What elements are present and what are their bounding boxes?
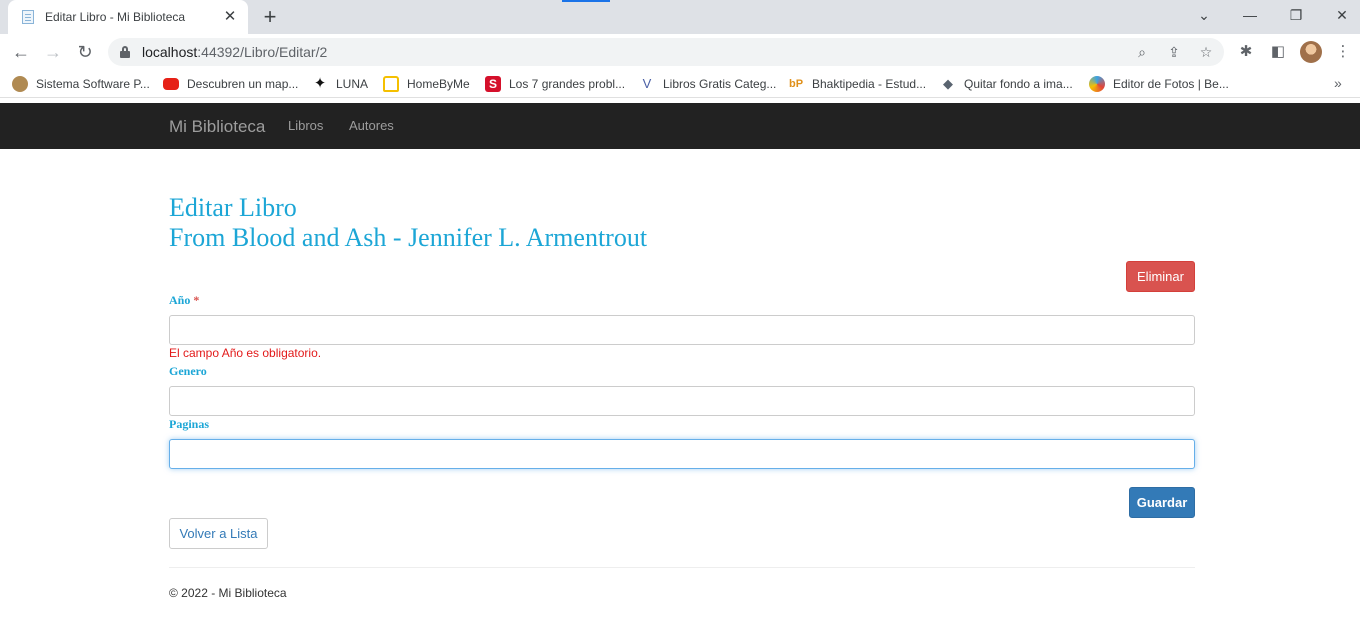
genero-input[interactable]: [169, 386, 1195, 416]
bookmark-item[interactable]: Sistema Software P...: [12, 76, 150, 92]
bookmark-label: Descubren un map...: [187, 77, 299, 91]
bp-icon: bP: [788, 78, 804, 90]
browser-toolbar: ← → ↻ localhost:44392/Libro/Editar/2 ⌕ ⇪…: [0, 34, 1360, 70]
address-bar[interactable]: localhost:44392/Libro/Editar/2 ⌕ ⇪ ☆: [108, 38, 1224, 66]
bookmark-label: Sistema Software P...: [36, 77, 150, 91]
profile-avatar[interactable]: [1300, 41, 1322, 63]
page-favicon-icon: [20, 9, 36, 25]
back-icon[interactable]: ←: [8, 39, 34, 65]
bookmark-label: LUNA: [336, 77, 369, 91]
close-tab-icon[interactable]: ✕: [222, 9, 238, 25]
bookmark-item[interactable]: Editor de Fotos | Be...: [1089, 76, 1229, 92]
bookmark-item[interactable]: bP Bhaktipedia - Estud...: [788, 76, 926, 92]
bookmark-label: HomeByMe: [407, 77, 470, 91]
sparkle-icon: ✦: [313, 75, 327, 92]
paginas-input[interactable]: [169, 439, 1195, 469]
bookmark-item[interactable]: HomeByMe: [383, 76, 470, 92]
bookmark-item[interactable]: ✦ LUNA: [312, 76, 368, 92]
home-icon: [383, 76, 399, 92]
befunky-icon: [1089, 76, 1105, 92]
bookmark-label: Quitar fondo a ima...: [964, 77, 1073, 91]
forward-icon[interactable]: →: [40, 39, 66, 65]
required-marker: *: [193, 293, 200, 307]
snake-bowl-icon: [12, 76, 28, 92]
close-window-icon[interactable]: ✕: [1330, 4, 1354, 26]
delete-button[interactable]: Eliminar: [1126, 261, 1195, 292]
restore-icon[interactable]: ❐: [1284, 4, 1308, 26]
tab-strip: Editar Libro - Mi Biblioteca ✕ + ⌄ — ❐ ✕: [0, 0, 1360, 34]
back-to-list-button[interactable]: Volver a Lista: [169, 518, 268, 549]
brand-link[interactable]: Mi Biblioteca: [169, 117, 265, 137]
bookmark-star-icon[interactable]: ☆: [1196, 42, 1216, 62]
reload-icon[interactable]: ↻: [72, 39, 98, 65]
bookmark-item[interactable]: ◆ Quitar fondo a ima...: [940, 76, 1073, 92]
bookmark-label: Los 7 grandes probl...: [509, 77, 626, 91]
footer-text: © 2022 - Mi Biblioteca: [169, 586, 287, 600]
url-text[interactable]: localhost:44392/Libro/Editar/2: [142, 44, 327, 60]
nav-link-autores[interactable]: Autores: [349, 118, 394, 133]
minimize-icon[interactable]: —: [1238, 4, 1262, 26]
tab-search-icon[interactable]: ⌄: [1192, 4, 1216, 26]
more-bookmarks-icon[interactable]: »: [1334, 75, 1342, 91]
save-button[interactable]: Guardar: [1129, 487, 1195, 518]
genero-label: Genero: [169, 364, 207, 378]
anio-input[interactable]: [169, 315, 1195, 345]
bookmark-item[interactable]: V Libros Gratis Categ...: [639, 76, 777, 92]
bookmark-item[interactable]: S Los 7 grandes probl...: [485, 76, 625, 92]
side-panel-icon[interactable]: ◧: [1268, 42, 1288, 62]
book-subtitle: From Blood and Ash - Jennifer L. Armentr…: [169, 223, 648, 252]
share-icon[interactable]: ⇪: [1164, 42, 1184, 62]
bookmark-label: Libros Gratis Categ...: [663, 77, 777, 91]
footer-divider: [169, 567, 1195, 568]
anio-validation-error: El campo Año es obligatorio.: [169, 346, 322, 360]
lock-icon: [120, 46, 130, 58]
tab-title: Editar Libro - Mi Biblioteca: [45, 10, 186, 24]
youtube-icon: [163, 78, 179, 90]
bookmark-item[interactable]: Descubren un map...: [163, 76, 298, 92]
tab-drag-indicator: [562, 0, 610, 2]
page-title: Editar Libro: [169, 193, 297, 222]
bookmark-label: Bhaktipedia - Estud...: [812, 77, 927, 91]
bookmark-label: Editor de Fotos | Be...: [1113, 77, 1229, 91]
zoom-icon[interactable]: ⌕: [1132, 42, 1152, 62]
new-tab-icon[interactable]: +: [258, 5, 282, 29]
anio-label: Año *: [169, 293, 200, 307]
v-icon: V: [642, 76, 652, 91]
s-icon: S: [485, 76, 501, 92]
bookmarks-bar: Sistema Software P... Descubren un map..…: [0, 70, 1360, 98]
site-navbar: Mi Biblioteca Libros Autores: [0, 103, 1360, 149]
layers-icon: ◆: [943, 76, 953, 91]
nav-link-libros[interactable]: Libros: [288, 118, 323, 133]
extensions-icon[interactable]: ✱: [1236, 42, 1256, 62]
browser-tab[interactable]: Editar Libro - Mi Biblioteca ✕: [8, 0, 248, 34]
paginas-label: Paginas: [169, 417, 210, 431]
menu-kebab-icon[interactable]: ⋮: [1333, 42, 1353, 62]
